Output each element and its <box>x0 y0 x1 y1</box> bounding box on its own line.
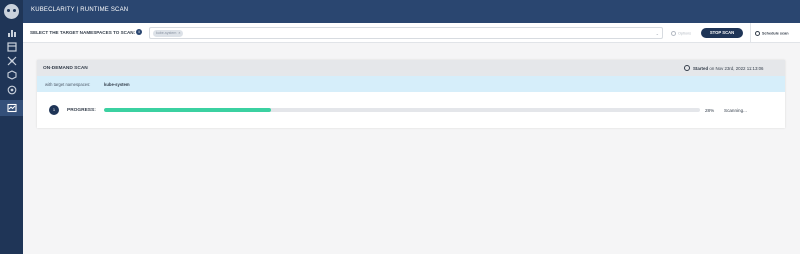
target-label: with target namespaces: <box>45 82 91 87</box>
sidebar <box>0 0 23 254</box>
options-gear-icon <box>671 31 676 36</box>
target-namespaces-row: with target namespaces: kube-system <box>37 76 785 92</box>
progress-bar-fill <box>104 108 271 112</box>
progress-bar <box>104 108 700 112</box>
info-icon[interactable]: i <box>136 29 142 35</box>
chip-remove-icon[interactable]: × <box>178 31 180 35</box>
top-bar: KUBECLARITY | RUNTIME SCAN <box>23 0 800 23</box>
scan-status: Scanning... <box>724 108 747 113</box>
started-time: on Nov 23rd, 2022 11:13:06 <box>709 66 764 71</box>
progress-percent: 28% <box>705 108 715 113</box>
clock-icon <box>755 31 760 36</box>
namespace-select-label: SELECT THE TARGET NAMESPACES TO SCAN: <box>30 30 136 35</box>
started-label: Started <box>693 66 709 71</box>
options-button: Options <box>671 31 691 36</box>
page-title: KUBECLARITY | RUNTIME SCAN <box>31 7 129 13</box>
kubeclarity-logo-icon[interactable] <box>4 4 19 19</box>
schedule-scan-button[interactable]: Schedule scan <box>755 31 789 36</box>
toolbar-divider <box>750 23 751 43</box>
scan-started-time: Started on Nov 23rd, 2022 11:13:06 <box>693 66 764 71</box>
progress-label: PROGRESS: <box>67 108 96 113</box>
scan-card: ON-DEMAND SCAN Started on Nov 23rd, 2022… <box>37 60 785 128</box>
options-label: Options <box>678 31 692 36</box>
stop-scan-button[interactable]: STOP SCAN <box>701 28 743 38</box>
namespace-select[interactable]: kube-system × ⌄ <box>149 27 663 39</box>
scan-toolbar: SELECT THE TARGET NAMESPACES TO SCAN: i … <box>23 23 800 43</box>
clock-icon <box>684 65 690 71</box>
target-value: kube-system <box>104 82 130 87</box>
namespace-chip-label: kube-system <box>156 31 177 35</box>
scan-title: ON-DEMAND SCAN <box>43 66 88 71</box>
scan-card-header: ON-DEMAND SCAN Started on Nov 23rd, 2022… <box>37 60 785 76</box>
namespace-chip: kube-system × <box>153 30 184 37</box>
runtime-scan-icon[interactable] <box>0 100 23 116</box>
packages-icon[interactable] <box>0 67 23 83</box>
schedule-label: Schedule scan <box>762 31 789 36</box>
vulnerabilities-icon[interactable] <box>0 82 23 98</box>
step-badge: 1 <box>49 105 59 115</box>
chevron-down-icon[interactable]: ⌄ <box>656 31 659 36</box>
